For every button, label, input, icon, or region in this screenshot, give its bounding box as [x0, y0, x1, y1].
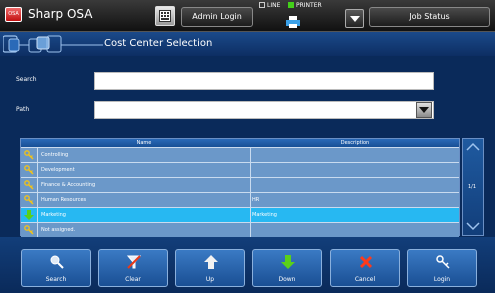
column-divider: [37, 178, 38, 192]
row-name: Finance & Accounting: [41, 182, 96, 188]
cancel-button-label: Cancel: [354, 276, 376, 283]
login-button[interactable]: Login: [407, 249, 477, 287]
path-select[interactable]: [94, 101, 434, 119]
column-divider: [250, 223, 251, 237]
line-indicator: LINE: [259, 2, 280, 9]
column-divider: [37, 223, 38, 237]
up-button[interactable]: Up: [175, 249, 245, 287]
row-name: Controlling: [41, 152, 69, 158]
line-label: LINE: [267, 2, 281, 9]
cost-center-table: Name Description Controlling Development F…: [20, 138, 460, 237]
table-header: Name Description: [21, 139, 459, 147]
cancel-x-icon: [359, 255, 373, 269]
key-icon: [24, 195, 34, 205]
path-label: Path: [16, 106, 30, 113]
key-icon: [24, 225, 34, 235]
search-input[interactable]: [94, 72, 434, 90]
breadcrumb-icon: [3, 35, 103, 53]
action-bar: Search Clear Up Down Cancel Login: [0, 237, 495, 293]
up-button-label: Up: [205, 276, 215, 283]
search-button-label: Search: [45, 276, 67, 283]
printer-status-box: [288, 2, 294, 8]
clear-button-label: Clear: [125, 276, 141, 283]
search-label: Search: [16, 76, 37, 83]
down-arrow-icon: [281, 255, 295, 269]
table-row[interactable]: Not assigned.: [21, 222, 459, 237]
column-divider: [37, 148, 38, 162]
column-name-header: Name: [136, 140, 152, 146]
down-button[interactable]: Down: [252, 249, 322, 287]
sharp-osa-logo-icon: OSA: [5, 7, 22, 22]
status-dropdown-button[interactable]: [345, 9, 364, 28]
title-bar: Cost Center Selection: [0, 32, 495, 56]
table-row[interactable]: Development: [21, 162, 459, 177]
key-icon: [436, 255, 450, 269]
cancel-button[interactable]: Cancel: [330, 249, 400, 287]
row-name: Human Resources: [41, 197, 87, 203]
page-indicator: 1/1: [468, 184, 477, 190]
down-arrow-icon: [24, 210, 34, 220]
printer-icon: [286, 16, 300, 28]
key-icon: [24, 150, 34, 160]
line-status-box: [259, 2, 265, 8]
login-button-label: Login: [433, 276, 451, 283]
column-divider: [250, 163, 251, 177]
column-divider: [250, 178, 251, 192]
column-divider: [250, 193, 251, 207]
keyboard-button[interactable]: [155, 6, 175, 26]
keyboard-icon: [159, 10, 171, 22]
clear-filter-icon: [127, 255, 141, 269]
column-divider: [37, 193, 38, 207]
main-panel: Search Path Name Description Controlling…: [0, 56, 495, 237]
column-divider: [250, 208, 251, 222]
table-row[interactable]: Human Resources HR: [21, 192, 459, 207]
job-status-button[interactable]: Job Status: [369, 7, 490, 27]
page-title: Cost Center Selection: [104, 38, 213, 49]
clear-button[interactable]: Clear: [98, 249, 168, 287]
down-button-label: Down: [278, 276, 296, 283]
up-arrow-icon: [204, 255, 218, 269]
column-divider: [250, 148, 251, 162]
printer-label: PRINTER: [296, 2, 322, 9]
table-row[interactable]: Finance & Accounting: [21, 177, 459, 192]
scroll-down-icon[interactable]: [466, 221, 480, 231]
table-row[interactable]: Marketing Marketing: [21, 207, 459, 222]
table-row[interactable]: Controlling: [21, 147, 459, 162]
admin-login-button[interactable]: Admin Login: [181, 7, 253, 27]
key-icon: [24, 165, 34, 175]
column-divider: [37, 163, 38, 177]
row-description: HR: [252, 197, 260, 203]
search-button[interactable]: Search: [21, 249, 91, 287]
row-description: Marketing: [252, 212, 277, 218]
key-icon: [24, 180, 34, 190]
scroll-up-icon[interactable]: [466, 142, 480, 152]
magnifier-icon: [50, 255, 64, 269]
path-dropdown-button[interactable]: [416, 102, 432, 118]
column-description-header: Description: [340, 140, 370, 146]
printer-indicator: PRINTER: [288, 2, 322, 9]
top-bar: OSA Sharp OSA Admin Login LINE PRINTER J…: [0, 0, 495, 32]
column-divider: [37, 208, 38, 222]
row-name: Marketing: [41, 212, 66, 218]
app-title: Sharp OSA: [28, 7, 93, 21]
row-name: Not assigned.: [41, 227, 76, 233]
row-name: Development: [41, 167, 75, 173]
table-scrollbar: 1/1: [462, 138, 484, 236]
